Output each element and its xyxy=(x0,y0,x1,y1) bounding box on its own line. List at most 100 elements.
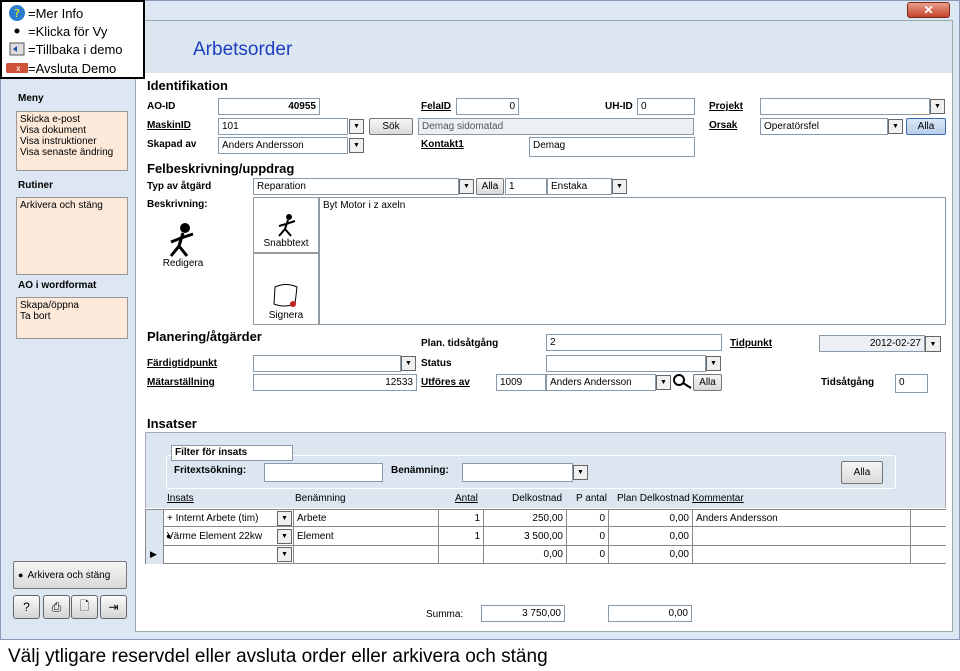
col-insats[interactable]: Insats xyxy=(167,493,194,504)
chevron-down-icon[interactable]: ▼ xyxy=(349,138,364,153)
cell-benamning[interactable]: Arbete xyxy=(293,510,438,528)
utfores-id-field[interactable]: 1009 xyxy=(496,374,546,391)
magnifier-icon[interactable] xyxy=(672,373,692,392)
beskrivning-text[interactable]: Byt Motor i z axeln xyxy=(319,197,946,325)
chevron-down-icon[interactable]: ▼ xyxy=(930,99,945,114)
cell-delkostnad[interactable]: 250,00 xyxy=(483,510,566,528)
cell-delkostnad[interactable]: 0,00 xyxy=(483,546,566,564)
chevron-down-icon[interactable]: ▼ xyxy=(925,336,941,352)
uhid-field[interactable]: 0 xyxy=(637,98,695,115)
cell-plan[interactable]: 0,00 xyxy=(608,510,692,528)
maskin-label[interactable]: MaskinID xyxy=(147,120,191,131)
filter-alla-button[interactable]: Alla xyxy=(841,461,883,484)
utfores-label[interactable]: Utföres av xyxy=(421,377,470,388)
table-row[interactable]: Värme Element 22kw ▼ Element 1 3 500,00 … xyxy=(145,528,946,546)
row-selector[interactable] xyxy=(145,510,163,528)
row-selector[interactable] xyxy=(145,528,163,546)
chevron-down-icon[interactable]: ▼ xyxy=(277,529,292,544)
table-row[interactable]: ▶ ▼ 0,00 0 0,00 xyxy=(145,546,946,564)
cell-kommentar[interactable] xyxy=(692,546,910,564)
cell-antal[interactable] xyxy=(438,546,483,564)
exit-button[interactable]: ⇥ xyxy=(100,595,127,619)
current-row-arrow-icon[interactable]: ▶ xyxy=(145,546,163,564)
cell-kommentar[interactable]: Anders Andersson xyxy=(692,510,910,528)
cell-delkostnad[interactable]: 3 500,00 xyxy=(483,528,566,546)
projekt-label[interactable]: Projekt xyxy=(709,101,743,112)
print-button[interactable]: ⎙ xyxy=(43,595,70,619)
tidpunkt-label[interactable]: Tidpunkt xyxy=(730,338,772,349)
kontakt-field[interactable]: Demag xyxy=(529,137,695,157)
chevron-down-icon[interactable]: ▼ xyxy=(656,375,671,390)
chevron-down-icon[interactable]: ▼ xyxy=(706,356,721,371)
table-row[interactable]: + Internt Arbete (tim) ▼ Arbete 1 250,00… xyxy=(145,509,946,528)
legend-row-view[interactable]: =Klicka för Vy xyxy=(6,22,107,40)
window-close-button[interactable]: ✕ xyxy=(907,2,950,18)
tidsatgang-field[interactable]: 0 xyxy=(895,374,928,393)
sidebar-item-archive[interactable]: Arkivera och stäng xyxy=(20,200,124,211)
enstaka-field[interactable]: Enstaka xyxy=(547,178,612,195)
legend-row-close[interactable]: x =Avsluta Demo xyxy=(6,59,116,77)
cell-pantal[interactable]: 0 xyxy=(566,528,608,546)
cell-insats[interactable] xyxy=(163,546,276,564)
cell-plan[interactable]: 0,00 xyxy=(608,546,692,564)
sidebar-item-changes[interactable]: Visa senaste ändring xyxy=(20,147,124,158)
chevron-down-icon[interactable]: ▼ xyxy=(888,119,903,134)
sidebar-item-delete[interactable]: Ta bort xyxy=(20,311,124,322)
chevron-down-icon[interactable]: ▼ xyxy=(401,356,416,371)
sidebar-item-instructions[interactable]: Visa instruktioner xyxy=(20,136,124,147)
fardig-field[interactable] xyxy=(253,355,401,372)
ao-id-field[interactable]: 40955 xyxy=(218,98,320,115)
chevron-down-icon[interactable]: ▼ xyxy=(573,465,588,480)
kontakt-label[interactable]: Kontakt1 xyxy=(421,139,464,150)
cell-pantal[interactable]: 0 xyxy=(566,546,608,564)
cell-antal[interactable]: 1 xyxy=(438,528,483,546)
utfores-alla-button[interactable]: Alla xyxy=(693,374,722,391)
legend-row-info[interactable]: ? =Mer Info xyxy=(6,4,83,22)
skapad-field[interactable]: Anders Andersson xyxy=(218,137,348,154)
snabbtext-button[interactable]: Snabbtext xyxy=(253,197,319,253)
preview-button[interactable]: 🗋 xyxy=(71,595,98,619)
archive-close-button[interactable]: ● Arkivera och stäng xyxy=(13,561,127,589)
antal-field[interactable]: 1 xyxy=(505,178,547,195)
benamning-field[interactable] xyxy=(462,463,573,482)
status-field[interactable] xyxy=(546,355,706,372)
sidebar-item-documents[interactable]: Visa dokument xyxy=(20,125,124,136)
felaid-field[interactable]: 0 xyxy=(456,98,519,115)
orsak-alla-button[interactable]: Alla xyxy=(906,118,946,135)
cell-benamning[interactable]: Element xyxy=(293,528,438,546)
help-button[interactable]: ? xyxy=(13,595,40,619)
maskin-field[interactable]: 101 xyxy=(218,118,348,135)
sidebar-item-email[interactable]: Skicka e-post xyxy=(20,114,124,125)
cell-benamning[interactable] xyxy=(293,546,438,564)
orsak-label[interactable]: Orsak xyxy=(709,120,737,131)
sok-button[interactable]: Sök xyxy=(369,118,413,135)
col-antal[interactable]: Antal xyxy=(455,493,478,504)
typ-alla-button[interactable]: Alla xyxy=(476,178,504,195)
chevron-down-icon[interactable]: ▼ xyxy=(277,511,292,526)
matar-label[interactable]: Mätarställning xyxy=(147,377,215,388)
tidpunkt-field[interactable]: 2012-02-27 xyxy=(819,335,925,352)
legend-row-back[interactable]: =Tillbaka i demo xyxy=(6,40,123,58)
chevron-down-icon[interactable]: ▼ xyxy=(459,179,474,194)
utfores-name-field[interactable]: Anders Andersson xyxy=(546,374,656,391)
chevron-down-icon[interactable]: ▼ xyxy=(612,179,627,194)
col-kommentar[interactable]: Kommentar xyxy=(692,493,744,504)
chevron-down-icon[interactable]: ▼ xyxy=(349,119,364,134)
plan-field[interactable]: 2 xyxy=(546,334,722,351)
cell-kommentar[interactable] xyxy=(692,528,910,546)
fritext-field[interactable] xyxy=(264,463,383,482)
cell-antal[interactable]: 1 xyxy=(438,510,483,528)
typ-field[interactable]: Reparation xyxy=(253,178,459,195)
cell-insats[interactable]: + Internt Arbete (tim) xyxy=(163,510,276,528)
signera-button[interactable]: Signera xyxy=(253,253,319,325)
felaid-label[interactable]: FelaID xyxy=(421,101,451,112)
chevron-down-icon[interactable]: ▼ xyxy=(277,547,292,562)
cell-pantal[interactable]: 0 xyxy=(566,510,608,528)
cell-plan[interactable]: 0,00 xyxy=(608,528,692,546)
bullet-icon[interactable]: ● xyxy=(166,531,171,541)
sidebar-item-open[interactable]: Skapa/öppna xyxy=(20,300,124,311)
fardig-label[interactable]: Färdigtidpunkt xyxy=(147,358,217,369)
matar-field[interactable]: 12533 xyxy=(253,374,417,391)
redigera-button[interactable]: Redigera xyxy=(148,212,218,272)
cell-insats[interactable]: Värme Element 22kw xyxy=(163,528,276,546)
